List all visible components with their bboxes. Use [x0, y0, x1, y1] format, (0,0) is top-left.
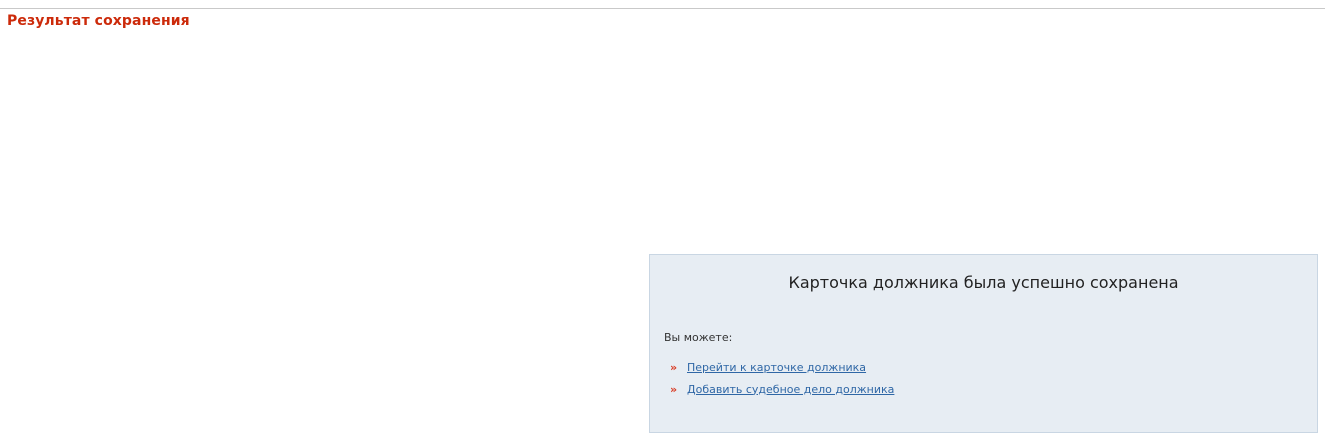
success-message: Карточка должника была успешно сохранена — [788, 273, 1179, 292]
top-divider — [0, 8, 1325, 9]
options-list: » Перейти к карточке должника » Добавить… — [670, 356, 894, 400]
option-add-court-case: » Добавить судебное дело должника — [670, 378, 894, 400]
page: Результат сохранения Карточка должника б… — [0, 0, 1325, 448]
open-debtor-card-link[interactable]: Перейти к карточке должника — [687, 361, 866, 374]
option-open-debtor-card: » Перейти к карточке должника — [670, 356, 894, 378]
add-court-case-link[interactable]: Добавить судебное дело должника — [687, 383, 894, 396]
double-chevron-right-icon: » — [670, 382, 678, 396]
double-chevron-right-icon: » — [670, 360, 678, 374]
save-result-panel: Карточка должника была успешно сохранена… — [649, 254, 1318, 433]
options-label: Вы можете: — [664, 331, 733, 344]
page-title: Результат сохранения — [7, 13, 190, 29]
